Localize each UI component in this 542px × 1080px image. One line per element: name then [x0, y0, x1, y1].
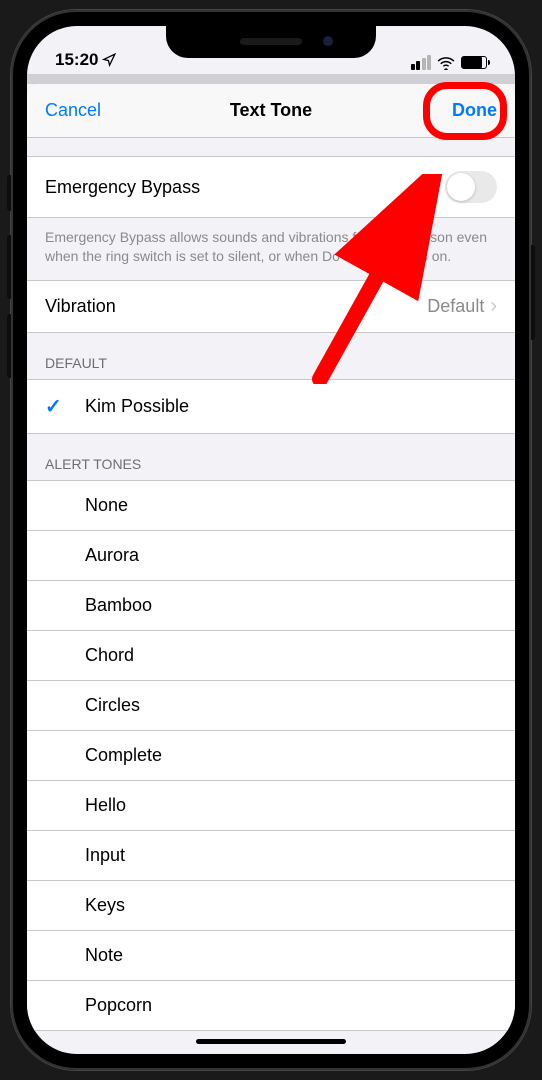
alert-tone-row[interactable]: Input — [27, 831, 515, 881]
status-time: 15:20 — [55, 50, 98, 70]
vibration-label: Vibration — [45, 296, 116, 317]
alert-tones-list: None Aurora Bamboo Chord Circles Complete Hell… — [27, 480, 515, 1031]
alert-tone-label: Complete — [85, 745, 162, 765]
alert-tone-row[interactable]: Circles — [27, 681, 515, 731]
alert-tone-label: Chord — [85, 645, 134, 665]
alert-tone-label: None — [85, 495, 128, 515]
toggle-knob — [447, 173, 475, 201]
home-indicator[interactable] — [196, 1039, 346, 1044]
front-camera — [323, 36, 333, 46]
modal-header: Cancel Text Tone Done — [27, 84, 515, 138]
volume-up-button — [7, 235, 11, 299]
alert-tone-row[interactable]: None — [27, 480, 515, 531]
done-button[interactable]: Done — [452, 100, 497, 121]
alert-tone-label: Bamboo — [85, 595, 152, 615]
alert-tone-row[interactable]: Keys — [27, 881, 515, 931]
battery-icon — [461, 56, 487, 69]
volume-down-button — [7, 314, 11, 378]
alert-tone-row[interactable]: Complete — [27, 731, 515, 781]
alert-tone-row[interactable]: Chord — [27, 631, 515, 681]
alert-tone-row[interactable]: Bamboo — [27, 581, 515, 631]
mute-switch — [7, 175, 11, 211]
alert-tone-row[interactable]: Note — [27, 931, 515, 981]
settings-list[interactable]: Emergency Bypass Emergency Bypass allows… — [27, 138, 515, 1031]
alert-tone-row[interactable]: Hello — [27, 781, 515, 831]
alert-tone-label: Note — [85, 945, 123, 965]
emergency-bypass-label: Emergency Bypass — [45, 177, 200, 198]
alert-tone-label: Aurora — [85, 545, 139, 565]
default-tone-name: Kim Possible — [85, 396, 189, 417]
modal-title: Text Tone — [230, 100, 312, 121]
cell-signal-icon — [411, 55, 432, 70]
emergency-bypass-footer: Emergency Bypass allows sounds and vibra… — [27, 218, 515, 280]
vibration-row[interactable]: Vibration Default › — [27, 280, 515, 333]
alert-tones-header: ALERT TONES — [27, 434, 515, 480]
checkmark-icon: ✓ — [45, 394, 67, 419]
default-tone-row[interactable]: ✓ Kim Possible — [27, 379, 515, 434]
wifi-icon — [437, 56, 455, 70]
phone-frame: 15:20 Cancel Text Tone Done — [11, 10, 531, 1070]
alert-tone-label: Keys — [85, 895, 125, 915]
alert-tone-row[interactable]: Popcorn — [27, 981, 515, 1031]
cancel-button[interactable]: Cancel — [45, 100, 101, 121]
emergency-bypass-row[interactable]: Emergency Bypass — [27, 156, 515, 218]
alert-tone-label: Circles — [85, 695, 140, 715]
power-button — [531, 245, 535, 340]
screen: 15:20 Cancel Text Tone Done — [27, 26, 515, 1054]
alert-tone-label: Hello — [85, 795, 126, 815]
alert-tone-label: Popcorn — [85, 995, 152, 1015]
alert-tone-row[interactable]: Aurora — [27, 531, 515, 581]
sheet-backdrop — [27, 74, 515, 84]
emergency-bypass-toggle[interactable] — [445, 171, 497, 203]
vibration-value: Default — [427, 296, 484, 317]
chevron-right-icon: › — [490, 295, 497, 318]
alert-tone-label: Input — [85, 845, 125, 865]
default-section-header: DEFAULT — [27, 333, 515, 379]
speaker-grille — [240, 38, 302, 45]
location-icon — [102, 53, 116, 67]
